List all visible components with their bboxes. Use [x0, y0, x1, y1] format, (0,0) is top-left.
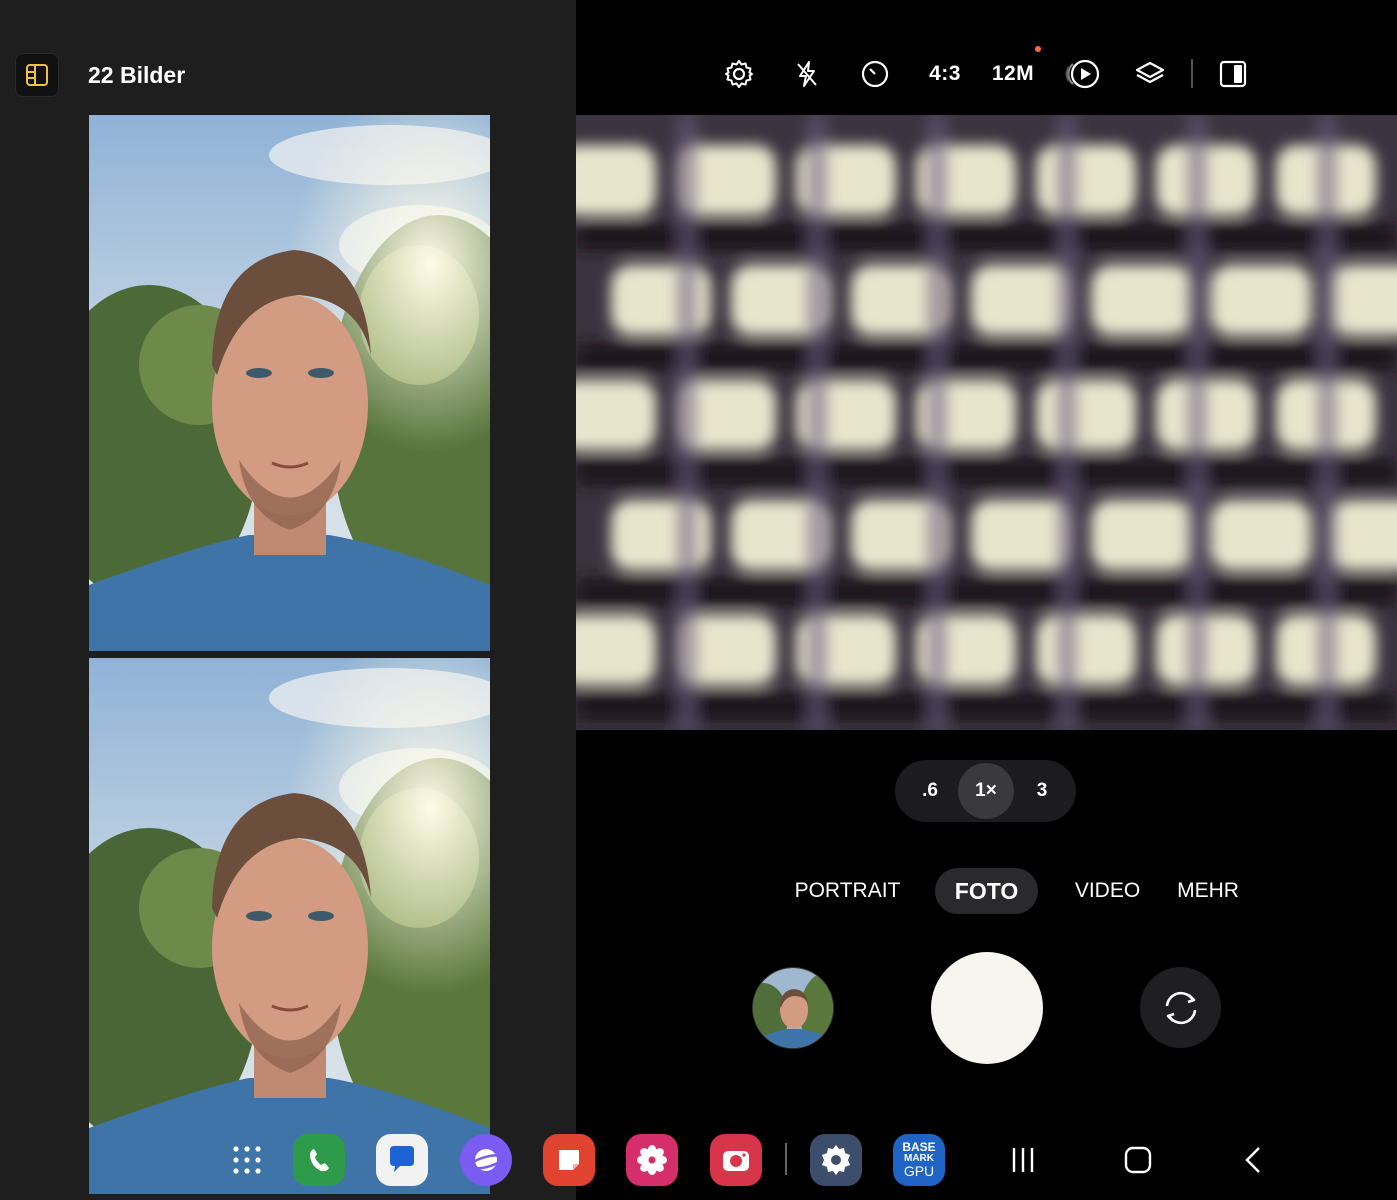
gear-icon: [725, 60, 753, 88]
camera-top-bar: [576, 0, 1397, 115]
split-view-icon: [1219, 60, 1247, 88]
zoom-1x-button[interactable]: 1×: [958, 763, 1014, 819]
toolbar-divider: [1191, 59, 1193, 88]
basemark-gpu-icon: BASE MARK GPU: [902, 1140, 936, 1179]
back-icon: [1245, 1147, 1260, 1173]
gallery-app[interactable]: [626, 1134, 678, 1186]
app-drawer-icon: [233, 1146, 261, 1174]
flash-off-icon: [797, 61, 817, 87]
mode-video[interactable]: VIDEO: [1070, 868, 1145, 914]
filters-button[interactable]: [1131, 55, 1169, 93]
internet-icon: [468, 1149, 504, 1171]
app-drawer-button[interactable]: [221, 1134, 273, 1186]
timer-button[interactable]: [857, 55, 893, 93]
motion-photo-icon: [1065, 59, 1100, 89]
zoom-3-button[interactable]: 3: [1021, 770, 1063, 812]
home-icon: [1124, 1146, 1152, 1174]
aspect-ratio-button[interactable]: 4:3: [923, 55, 967, 93]
last-photo-thumbnail[interactable]: [752, 967, 834, 1049]
home-button[interactable]: [1112, 1134, 1164, 1186]
camera-viewfinder[interactable]: [576, 115, 1397, 730]
camera-icon: [723, 1151, 749, 1171]
switch-camera-icon: [1165, 991, 1196, 1024]
settings-app[interactable]: [810, 1134, 862, 1186]
messages-app[interactable]: [376, 1134, 428, 1186]
phone-app[interactable]: [293, 1134, 345, 1186]
layers-icon: [1135, 61, 1165, 84]
notes-icon: [559, 1150, 579, 1170]
gallery-count-label: 22 Bilder: [88, 62, 186, 88]
recents-button[interactable]: [997, 1134, 1049, 1186]
basemark-gpu-app[interactable]: BASE MARK GPU: [893, 1134, 945, 1186]
settings-icon: [822, 1145, 850, 1175]
basemark-label-3: GPU: [903, 1163, 935, 1179]
basemark-label-1: BASE: [902, 1140, 936, 1154]
gallery-panel: 22 Bilder: [0, 0, 576, 1200]
taskbar-divider: [785, 1143, 787, 1175]
gallery-photo[interactable]: [89, 658, 490, 1194]
layout-toggle-button[interactable]: [1215, 55, 1251, 93]
shutter-button[interactable]: [931, 952, 1043, 1064]
camera-app[interactable]: [710, 1134, 762, 1186]
panel-toggle-button[interactable]: [15, 53, 59, 97]
camera-settings-button[interactable]: [720, 55, 758, 93]
viewfinder-image: [576, 115, 1397, 730]
internet-app[interactable]: [460, 1134, 512, 1186]
mode-foto[interactable]: FOTO: [935, 868, 1038, 914]
switch-camera-button[interactable]: [1140, 967, 1221, 1048]
panel-toggle-icon: [26, 64, 48, 86]
new-feature-dot: [1035, 46, 1041, 52]
phone-icon: [310, 1149, 329, 1172]
gallery-photo[interactable]: [89, 115, 490, 651]
recents-icon: [1012, 1148, 1034, 1172]
zoom-selector: .6 1× 3: [895, 760, 1076, 822]
flash-button[interactable]: [789, 55, 825, 93]
motion-photo-button[interactable]: [1063, 55, 1103, 93]
gallery-icon: [637, 1145, 667, 1175]
zoom-06-button[interactable]: .6: [909, 770, 951, 812]
notes-app[interactable]: [543, 1134, 595, 1186]
mode-mehr[interactable]: MEHR: [1172, 868, 1244, 914]
messages-icon: [390, 1146, 414, 1172]
resolution-button[interactable]: 12M: [990, 55, 1036, 93]
timer-icon: [861, 60, 889, 88]
mode-portrait[interactable]: PORTRAIT: [790, 868, 905, 914]
back-button[interactable]: [1228, 1134, 1280, 1186]
